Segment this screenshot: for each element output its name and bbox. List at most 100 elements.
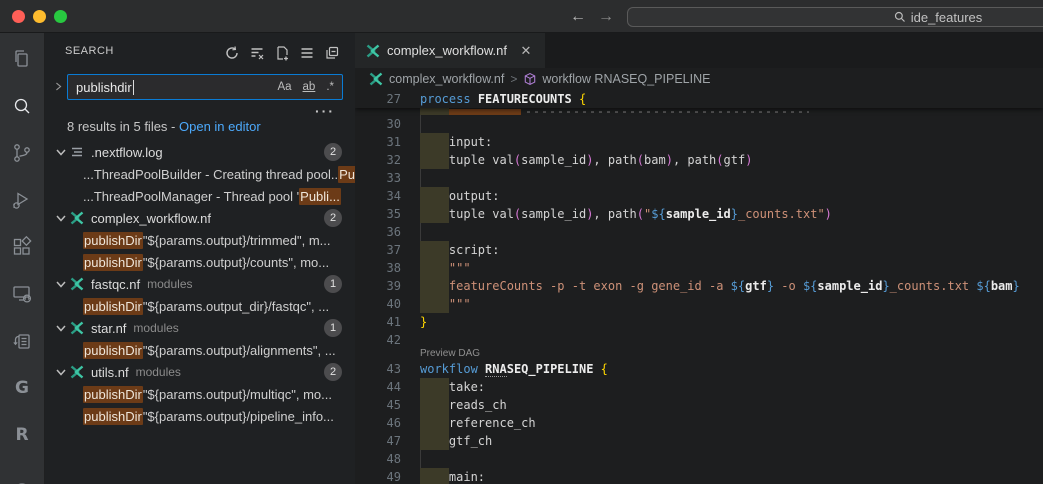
line-number: 47 [355, 432, 401, 450]
search-result-file-row[interactable]: complex_workflow.nf2 [45, 207, 355, 229]
chevron-down-icon[interactable] [53, 210, 69, 226]
activity-item-source-control[interactable] [0, 129, 44, 176]
search-options: Aaab .* [275, 80, 336, 94]
code-line[interactable]: 32 tuple val(sample_id), path(bam), path… [355, 151, 1043, 169]
code-line[interactable]: 48 [355, 450, 1043, 468]
activity-item-partial-bottom[interactable] [0, 458, 44, 484]
code-line[interactable]: 47 gtf_ch [355, 432, 1043, 450]
code-line[interactable]: 46 reference_ch [355, 414, 1043, 432]
match-text: "${params.output}/counts", mo... [143, 255, 329, 270]
result-count-badge: 1 [324, 275, 342, 293]
search-result-file-row[interactable]: star.nfmodules1 [45, 317, 355, 339]
nav-back-button[interactable]: ← [566, 5, 590, 29]
breadcrumb-file[interactable]: complex_workflow.nf [368, 71, 504, 87]
breadcrumb: complex_workflow.nf > workflow RNASEQ_PI… [355, 68, 1043, 90]
chevron-down-icon[interactable] [53, 320, 69, 336]
activity-item-run-debug[interactable] [0, 176, 44, 223]
partial-bottom-icon [10, 470, 34, 484]
chevron-down-icon[interactable] [53, 276, 69, 292]
tab-complex-workflow[interactable]: complex_workflow.nf ✕ [355, 33, 545, 68]
code-text: gtf_ch [420, 432, 492, 450]
tab-title: complex_workflow.nf [387, 43, 507, 58]
refresh-icon[interactable] [221, 42, 242, 63]
search-result-file-row[interactable]: .nextflow.log2 [45, 141, 355, 163]
nav-forward-button[interactable]: → [594, 5, 618, 29]
code-area[interactable]: 27process FEATURECOUNTS { 3031 input:32 … [355, 90, 1043, 484]
activity-item-r-language[interactable]: R [0, 411, 44, 458]
code-line[interactable]: 30 [355, 115, 1043, 133]
search-result-match-row[interactable]: ...ThreadPoolManager - Thread pool 'Publ… [45, 185, 355, 207]
search-input[interactable]: publishdir Aaab .* [67, 74, 343, 100]
search-result-match-row[interactable]: publishDir "${params.output}/trimmed", m… [45, 229, 355, 251]
traffic-light-close[interactable] [12, 10, 25, 23]
breadcrumb-symbol[interactable]: workflow RNASEQ_PIPELINE [523, 72, 710, 86]
collapse-all-icon[interactable] [321, 42, 342, 63]
match-highlight: publishDir [83, 254, 143, 271]
code-line[interactable]: 41} [355, 313, 1043, 331]
indent-guide [420, 450, 421, 468]
activity-item-tasks[interactable] [0, 317, 44, 364]
file-name: star.nf [91, 321, 126, 336]
indent-guide [420, 223, 421, 241]
vscode-window: ← → ide_features GR SEARCH publishdir Aa… [0, 0, 1043, 484]
traffic-light-zoom[interactable] [54, 10, 67, 23]
toggle-search-details-button[interactable]: ··· [315, 103, 335, 119]
extensions-icon [10, 235, 34, 259]
code-line[interactable]: 49 main: [355, 468, 1043, 484]
open-in-editor-link[interactable]: Open in editor [179, 119, 261, 134]
whole-word-button[interactable]: ab [301, 80, 318, 94]
search-result-match-row[interactable]: publishDir "${params.output}/multiqc", m… [45, 383, 355, 405]
codelens-preview-dag[interactable]: Preview DAG [420, 348, 480, 359]
clear-search-results-icon[interactable] [246, 42, 267, 63]
regex-button[interactable]: .* [324, 80, 336, 94]
search-query-text: publishdir [76, 80, 132, 95]
search-result-match-row[interactable]: publishDir "${params.output}/alignments"… [45, 339, 355, 361]
line-number: 33 [355, 169, 401, 187]
activity-item-explorer[interactable] [0, 35, 44, 82]
open-new-search-editor-icon[interactable] [271, 42, 292, 63]
code-line[interactable]: 40 """ [355, 295, 1043, 313]
code-line[interactable]: 36 [355, 223, 1043, 241]
line-number: 37 [355, 241, 401, 259]
file-name: fastqc.nf [91, 277, 140, 292]
toggle-replace-button[interactable] [53, 79, 64, 97]
search-result-file-row[interactable]: fastqc.nfmodules1 [45, 273, 355, 295]
line-number: 48 [355, 450, 401, 468]
sticky-scroll-line[interactable]: 27process FEATURECOUNTS { [355, 90, 1043, 108]
code-text: input: [420, 133, 492, 151]
code-line[interactable]: 34 output: [355, 187, 1043, 205]
activity-item-gitlens[interactable]: G [0, 364, 44, 411]
search-icon [894, 11, 906, 23]
search-result-match-row[interactable]: publishDir "${params.output_dir}/fastqc"… [45, 295, 355, 317]
code-line[interactable]: 38 """ [355, 259, 1043, 277]
codelens-row: Preview DAG [355, 349, 1043, 360]
chevron-down-icon[interactable] [53, 364, 69, 380]
activity-item-extensions[interactable] [0, 223, 44, 270]
code-line[interactable]: 42 [355, 331, 1043, 349]
code-line[interactable]: 37 script: [355, 241, 1043, 259]
code-line[interactable]: 44 take: [355, 378, 1043, 396]
code-line[interactable]: 45 reads_ch [355, 396, 1043, 414]
source-control-icon [10, 141, 34, 165]
chevron-down-icon[interactable] [53, 144, 69, 160]
view-as-tree-icon[interactable] [296, 42, 317, 63]
code-line[interactable]: 31 input: [355, 133, 1043, 151]
activity-item-search[interactable] [0, 82, 44, 129]
line-number: 34 [355, 187, 401, 205]
code-line[interactable]: 39 featureCounts -p -t exon -g gene_id -… [355, 277, 1043, 295]
command-center-search[interactable]: ide_features [627, 7, 1043, 27]
tab-close-button[interactable]: ✕ [517, 42, 535, 60]
search-sidebar: SEARCH publishdir Aaab.* ··· 8 results i… [45, 33, 355, 484]
activity-item-remote-explorer[interactable] [0, 270, 44, 317]
search-result-match-row[interactable]: publishDir "${params.output}/counts", mo… [45, 251, 355, 273]
match-highlight: publishDir [83, 298, 143, 315]
code-line[interactable]: 43workflow RNASEQ_PIPELINE { [355, 360, 1043, 378]
traffic-light-minimize[interactable] [33, 10, 46, 23]
search-result-match-row[interactable]: publishDir "${params.output}/pipeline_in… [45, 405, 355, 427]
code-line[interactable]: 35 tuple val(sample_id), path("${sample_… [355, 205, 1043, 223]
search-result-match-row[interactable]: ...ThreadPoolBuilder - Creating thread p… [45, 163, 355, 185]
code-line[interactable]: 33 [355, 169, 1043, 187]
indent-highlight [420, 108, 449, 115]
search-result-file-row[interactable]: utils.nfmodules2 [45, 361, 355, 383]
match-case-button[interactable]: Aa [275, 80, 293, 94]
